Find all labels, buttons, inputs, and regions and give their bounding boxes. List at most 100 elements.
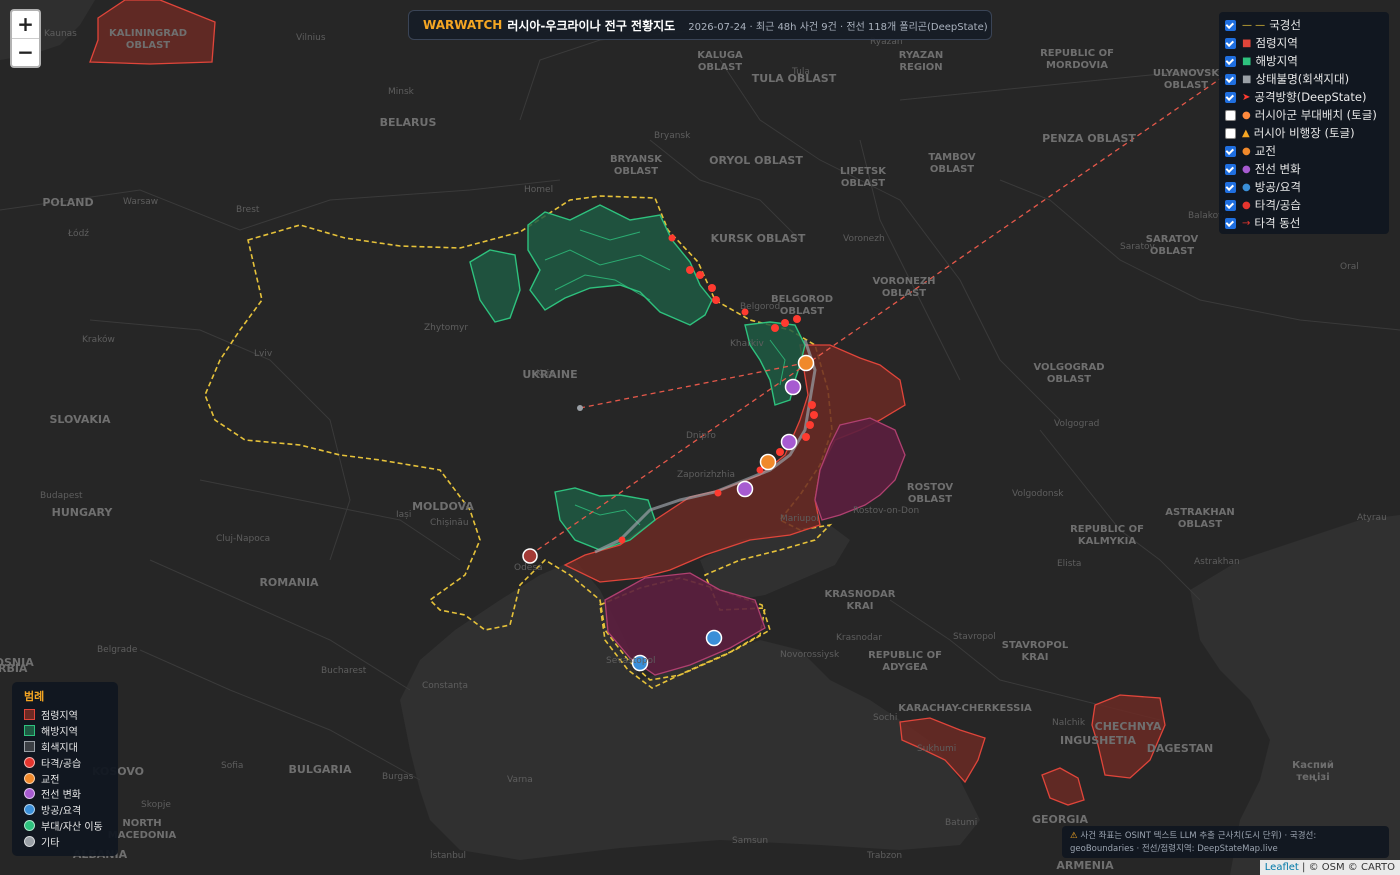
layer-checkbox[interactable] <box>1225 19 1236 31</box>
legend-item: 전선 변화 <box>24 786 118 802</box>
layer-checkbox[interactable] <box>1225 73 1236 85</box>
layer-toggle-8[interactable]: ● 전선 변화 <box>1225 160 1389 178</box>
city-label: Rostov-on-Don <box>853 506 919 516</box>
event-airdefense-1 <box>705 629 723 647</box>
zoom-in-button[interactable]: + <box>12 11 39 39</box>
brand-name: WARWATCH <box>423 18 503 32</box>
city-label: Saratov <box>1120 242 1155 252</box>
legend-dot <box>24 835 35 847</box>
attribution-text: | © OSM © CARTO <box>1302 862 1395 873</box>
layer-checkbox[interactable] <box>1225 127 1236 139</box>
city-label: Łódź <box>67 228 89 239</box>
layer-checkbox[interactable] <box>1225 109 1236 121</box>
layer-toggle-11[interactable]: → 타격 동선 <box>1225 214 1389 232</box>
layer-symbol-icon: ➤ <box>1242 91 1251 103</box>
region-label: Каспий теңізі <box>1292 760 1334 783</box>
region-label: CHECHNYA <box>1095 720 1162 733</box>
region-label: LIPETSK OBLAST <box>840 166 887 189</box>
leaflet-link[interactable]: Leaflet <box>1265 862 1299 873</box>
layer-symbol-icon: ● <box>1242 163 1251 175</box>
warning-icon: ⚠ <box>1070 831 1078 841</box>
city-label: Chișinău <box>430 518 469 528</box>
layer-checkbox[interactable] <box>1225 37 1236 49</box>
city-label: Elista <box>1057 559 1081 569</box>
layer-toggle-5[interactable]: ● 러시아군 부대배치 (토글) <box>1225 106 1389 124</box>
layer-toggle-2[interactable]: ■ 해방지역 <box>1225 52 1389 70</box>
layer-toggle-7[interactable]: ● 교전 <box>1225 142 1389 160</box>
layer-symbol-icon: ▲ <box>1242 127 1250 139</box>
layer-checkbox[interactable] <box>1225 163 1236 175</box>
city-label: Constanța <box>422 681 468 691</box>
legend-swatch <box>24 725 35 737</box>
layer-checkbox[interactable] <box>1225 55 1236 67</box>
city-label: Lviv <box>254 349 273 359</box>
layer-checkbox[interactable] <box>1225 91 1236 103</box>
city-label: Sukhumi <box>917 744 956 754</box>
layer-symbol-icon: ■ <box>1242 73 1252 85</box>
title-meta: 2026-07-24 · 최근 48h 사건 9건 · 전선 118개 폴리곤(… <box>688 21 988 33</box>
legend-panel: 범례 점령지역 해방지역 회색지대 타격/공습 교전 전선 변화 방공/요격 부대/자산 이동… <box>12 682 118 856</box>
layer-toggle-10[interactable]: ● 타격/공습 <box>1225 196 1389 214</box>
legend-item: 교전 <box>24 770 118 786</box>
layer-symbol-icon: ■ <box>1242 55 1252 67</box>
layer-label: 전선 변화 <box>1254 162 1301 176</box>
city-label: Krasnodar <box>836 633 882 643</box>
layer-toggle-0[interactable]: — — 국경선 <box>1225 16 1389 34</box>
war-map[interactable]: KALININGRAD OBLASTKALUGA OBLASTTULA OBLAST… <box>0 0 1400 875</box>
city-label: Zaporizhzhia <box>677 470 735 480</box>
region-label: REPUBLIC OF MORDOVIA <box>1040 48 1114 71</box>
layer-toggle-4[interactable]: ➤ 공격방향(DeepState) <box>1225 88 1389 106</box>
city-label: Atyrau <box>1357 513 1387 523</box>
legend-label: 전선 변화 <box>41 790 81 802</box>
title-bar: WARWATCH 러시아-우크라이나 전구 전황지도 2026-07-24 · … <box>408 10 992 40</box>
city-label: Sevastopol <box>606 656 656 666</box>
source-note: ⚠ 사건 좌표는 OSINT 텍스트 LLM 추출 근사치(도시 단위) · 국… <box>1062 826 1389 858</box>
layer-symbol-icon: — — <box>1242 19 1266 31</box>
event-frontline-2 <box>780 433 798 451</box>
layer-toggle-1[interactable]: ■ 점령지역 <box>1225 34 1389 52</box>
legend-label: 회색지대 <box>41 742 78 754</box>
note-line-2: geoBoundaries · 전선/점령지역: DeepStateMap.li… <box>1070 844 1278 854</box>
city-label: Bucharest <box>321 666 367 676</box>
layer-checkbox[interactable] <box>1225 217 1236 229</box>
legend-dot <box>24 819 35 831</box>
region-label: DAGESTAN <box>1147 742 1213 755</box>
city-label: Bryansk <box>654 131 691 141</box>
city-label: Nalchik <box>1052 718 1086 728</box>
event-frontline-1 <box>784 378 802 396</box>
map-attribution: Leaflet | © OSM © CARTO <box>1259 860 1400 875</box>
city-label: Mariupol <box>780 514 819 524</box>
legend-item: 타격/공습 <box>24 754 118 770</box>
event-combat-2 <box>759 453 777 471</box>
city-label: Budapest <box>40 491 83 501</box>
layer-toggle-6[interactable]: ▲ 러시아 비행장 (토글) <box>1225 124 1389 142</box>
legend-item: 기타 <box>24 833 118 849</box>
other-event-dot <box>577 405 583 411</box>
city-label: Kyiv <box>536 369 555 379</box>
layer-checkbox[interactable] <box>1225 199 1236 211</box>
city-label: Burgas <box>382 772 414 782</box>
page-title: 러시아-우크라이나 전구 전황지도 <box>507 18 676 33</box>
layer-label: 러시아군 부대배치 (토글) <box>1254 108 1377 122</box>
city-label: Zhytomyr <box>424 323 468 333</box>
layer-label: 국경선 <box>1269 18 1301 32</box>
region-label: SLOVAKIA <box>49 413 110 426</box>
city-label: Kaunas <box>44 29 77 39</box>
layer-checkbox[interactable] <box>1225 145 1236 157</box>
region-label: BELARUS <box>380 116 437 129</box>
legend-swatch <box>24 709 35 721</box>
zoom-out-button[interactable]: − <box>12 39 39 66</box>
region-label: VORONEZH OBLAST <box>872 276 935 299</box>
city-label: Voronezh <box>843 234 885 244</box>
city-label: Stavropol <box>953 632 996 642</box>
city-label: Dnipro <box>686 431 716 441</box>
layer-label: 타격 동선 <box>1254 216 1301 230</box>
legend-dot <box>24 788 35 800</box>
layer-label: 러시아 비행장 (토글) <box>1253 126 1355 140</box>
legend-label: 교전 <box>41 774 60 786</box>
city-label: Warsaw <box>123 197 158 207</box>
layer-toggle-3[interactable]: ■ 상태불명(회색지대) <box>1225 70 1389 88</box>
layer-toggle-9[interactable]: ● 방공/요격 <box>1225 178 1389 196</box>
layer-label: 방공/요격 <box>1254 180 1301 194</box>
layer-checkbox[interactable] <box>1225 181 1236 193</box>
